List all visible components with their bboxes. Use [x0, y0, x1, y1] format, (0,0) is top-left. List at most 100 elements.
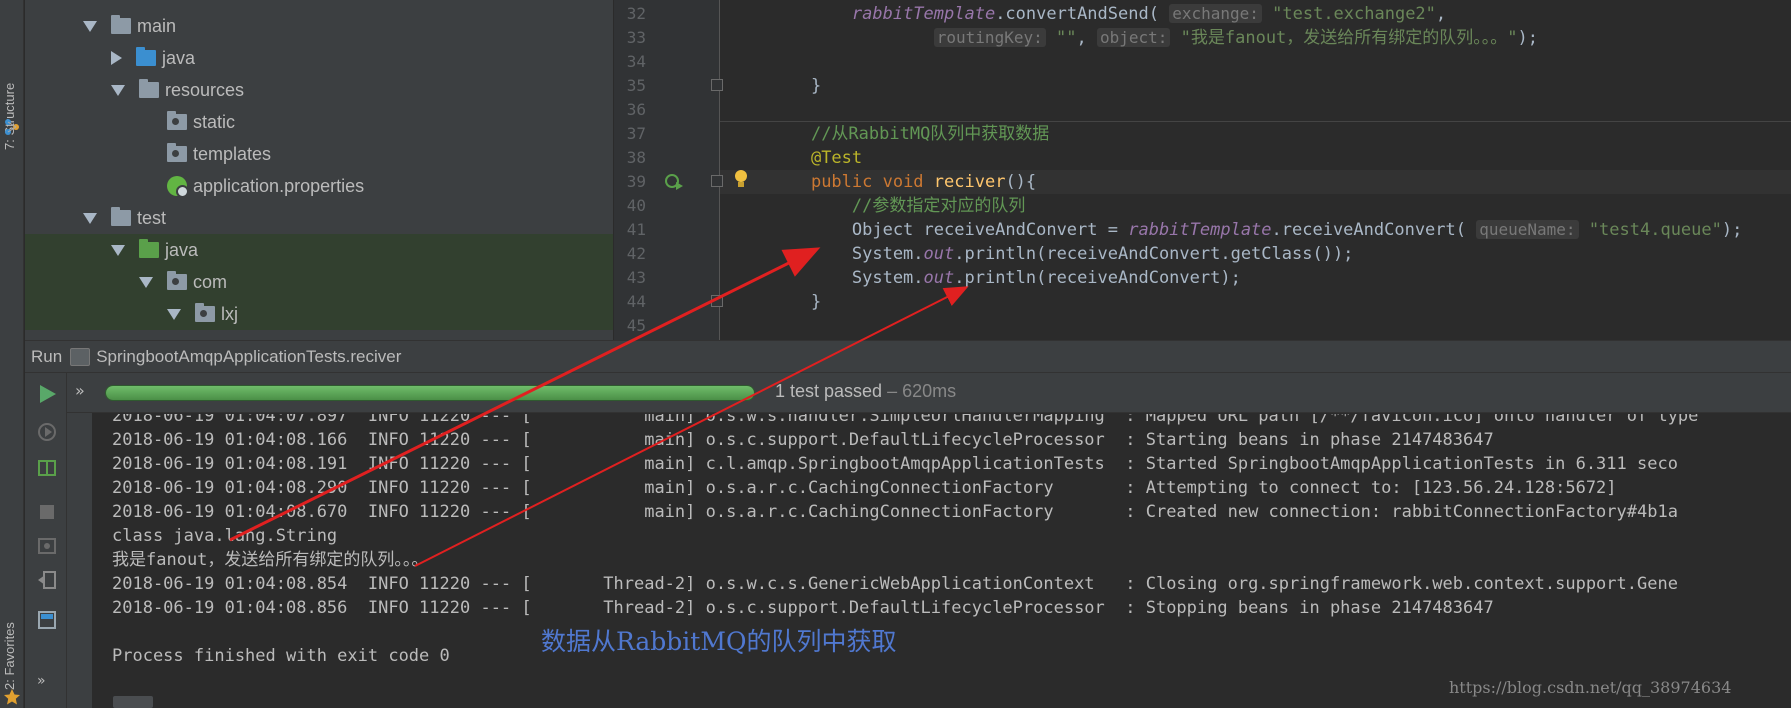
chevron-down-icon[interactable]	[167, 308, 181, 320]
chevron-down-icon[interactable]	[111, 244, 125, 256]
code-line[interactable]: //参数指定对应的队列	[770, 194, 1025, 218]
console-line: 2018-06-19 01:04:08.290 INFO 11220 --- […	[112, 478, 1617, 498]
line-number: 42	[626, 244, 646, 263]
code-line[interactable]: System.out.println(receiveAndConvert.get…	[770, 242, 1354, 266]
rerun-icon[interactable]	[36, 383, 58, 405]
test-status: 1 test passed – 620ms	[775, 381, 956, 402]
package-icon	[195, 303, 215, 322]
tree-item-label: test	[137, 207, 167, 228]
fold-marker[interactable]	[711, 295, 723, 307]
console-line: 2018-06-19 01:04:08.854 INFO 11220 --- […	[112, 574, 1678, 594]
tree-item-label: main	[137, 15, 177, 36]
rerun-failed-icon[interactable]	[36, 421, 58, 443]
tree-item-label: static	[193, 111, 236, 132]
layout-icon[interactable]	[36, 609, 58, 631]
code-line[interactable]: //从RabbitMQ队列中获取数据	[770, 122, 1049, 146]
stop-icon[interactable]	[36, 501, 58, 523]
code-line[interactable]: routingKey: "", object: "我是fanout，发送给所有绑…	[770, 26, 1538, 50]
line-number: 36	[626, 100, 646, 119]
resources-folder-icon	[139, 79, 159, 98]
code-line[interactable]: @Test	[770, 146, 862, 170]
watermark: https://blog.csdn.net/qq_38974634	[1449, 678, 1732, 697]
horizontal-scrollbar[interactable]	[113, 696, 153, 708]
fold-marker[interactable]	[711, 79, 723, 91]
star-icon	[4, 689, 20, 705]
console-line: Process finished with exit code 0	[112, 646, 450, 666]
tree-item-java[interactable]: java	[25, 42, 613, 74]
code-line[interactable]: }	[770, 74, 821, 98]
fold-marker[interactable]	[711, 175, 723, 187]
annotation-note: 数据从RabbitMQ的队列中获取	[541, 627, 897, 656]
chevron-down-icon[interactable]	[139, 276, 153, 288]
tree-item-label: com	[193, 271, 228, 292]
line-number: 40	[626, 196, 646, 215]
package-icon	[167, 271, 187, 290]
tree-item-templates[interactable]: templates	[25, 138, 613, 170]
tree-item-test[interactable]: test	[25, 202, 613, 234]
code-line[interactable]: }	[770, 290, 821, 314]
spring-properties-icon	[167, 176, 189, 198]
line-number: 34	[626, 52, 646, 71]
tree-item-label: templates	[193, 143, 272, 164]
chevron-down-icon[interactable]	[83, 212, 97, 224]
folder-icon	[111, 207, 131, 226]
line-number: 32	[626, 4, 646, 23]
chevron-down-icon[interactable]	[83, 20, 97, 32]
favorites-tab[interactable]: 2: Favorites	[2, 580, 22, 690]
exit-icon[interactable]	[36, 569, 58, 591]
tree-item-lxj[interactable]: lxj	[25, 298, 613, 330]
test-progress-bar	[105, 385, 755, 401]
run-window-header: Run SpringbootAmqpApplicationTests.reciv…	[25, 340, 1791, 373]
test-results-tree: ms ms	[67, 373, 93, 708]
source-folder-icon	[136, 47, 156, 66]
line-number: 44	[626, 292, 646, 311]
line-number: 35	[626, 76, 646, 95]
code-line[interactable]: public void reciver(){	[770, 170, 1036, 194]
tree-item-java[interactable]: java	[25, 234, 613, 266]
folder-icon	[167, 143, 187, 162]
code-line[interactable]: rabbitTemplate.convertAndSend( exchange:…	[770, 2, 1446, 26]
console-line: class java.lang.String	[112, 526, 338, 546]
tree-item-label: resources	[165, 79, 245, 100]
code-line[interactable]: System.out.println(receiveAndConvert);	[770, 266, 1241, 290]
tree-item-label: java	[165, 239, 199, 260]
expand-icon[interactable]: »	[75, 381, 85, 400]
run-test-icon[interactable]	[664, 172, 684, 192]
line-number: 39	[626, 172, 646, 191]
console-line: 2018-06-19 01:04:08.856 INFO 11220 --- […	[112, 598, 1494, 618]
dump-threads-icon[interactable]	[36, 535, 58, 557]
run-label[interactable]: Run	[31, 347, 62, 367]
toggle-auto-test-icon[interactable]	[36, 457, 58, 479]
tree-item-label: java	[162, 47, 196, 68]
test-config-icon	[70, 347, 91, 366]
line-number: 37	[626, 124, 646, 143]
console-line: 2018-06-19 01:04:08.191 INFO 11220 --- […	[112, 454, 1678, 474]
more-actions-icon[interactable]: »	[37, 673, 46, 689]
tree-item-com[interactable]: com	[25, 266, 613, 298]
test-progress-row: » 1 test passed – 620ms	[67, 373, 1791, 413]
test-status-text: 1 test passed	[775, 381, 883, 401]
test-duration: – 620ms	[882, 381, 957, 401]
lightbulb-icon[interactable]	[733, 169, 749, 189]
console-line: 2018-06-19 01:04:08.670 INFO 11220 --- […	[112, 502, 1678, 522]
code-line[interactable]: Object receiveAndConvert = rabbitTemplat…	[770, 218, 1742, 242]
folder-icon	[167, 111, 187, 130]
chevron-right-icon[interactable]	[111, 51, 122, 65]
line-number: 38	[626, 148, 646, 167]
tree-item-label: application.properties	[193, 175, 365, 196]
tree-item-application-properties[interactable]: application.properties	[25, 170, 613, 202]
console-line: 我是fanout，发送给所有绑定的队列。。。	[112, 550, 429, 570]
run-config-name[interactable]: SpringbootAmqpApplicationTests.reciver	[96, 347, 401, 367]
console-output[interactable]: 2018-06-19 01:04:07.897 INFO 11220 --- […	[93, 414, 1791, 708]
tree-item-label: lxj	[221, 303, 238, 324]
line-number: 41	[626, 220, 646, 239]
line-number: 33	[626, 28, 646, 47]
console-line: 2018-06-19 01:04:08.166 INFO 11220 --- […	[112, 430, 1494, 450]
tree-item-static[interactable]: static	[25, 106, 613, 138]
chevron-down-icon[interactable]	[111, 84, 125, 96]
tree-item-main[interactable]: main	[25, 10, 613, 42]
tree-item-resources[interactable]: resources	[25, 74, 613, 106]
console-line: 2018-06-19 01:04:07.897 INFO 11220 --- […	[112, 414, 1699, 426]
structure-icon	[5, 119, 19, 135]
project-tree: main java resources static templates applicat…	[25, 0, 613, 340]
